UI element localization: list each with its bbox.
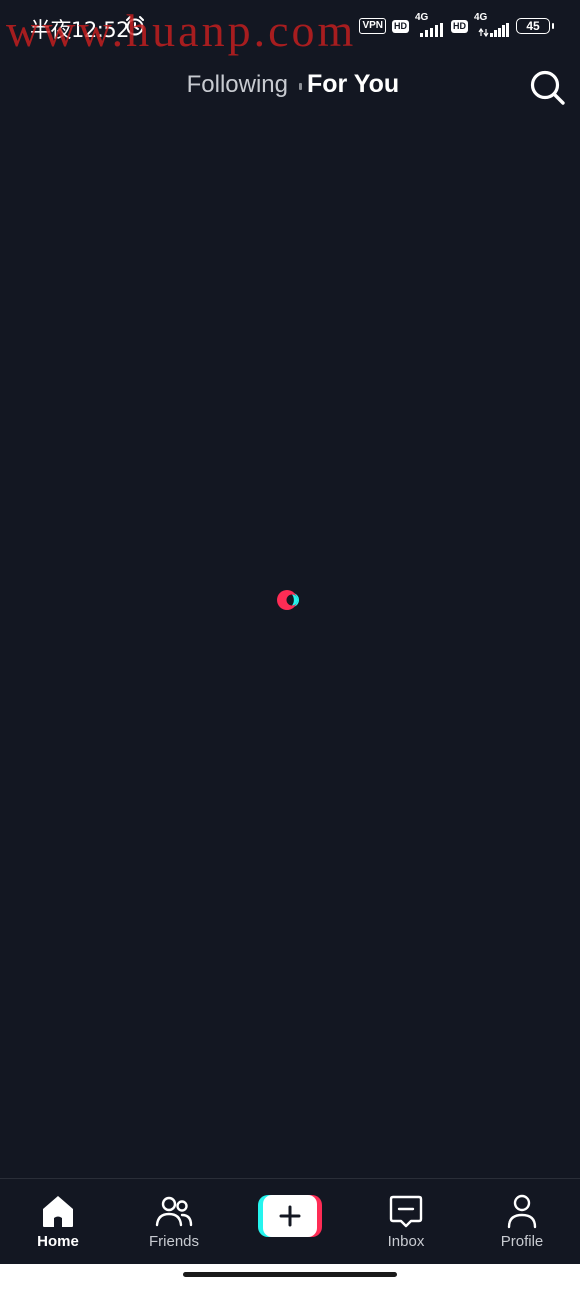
- network-type-label: 4G: [474, 12, 488, 23]
- friends-icon: [155, 1196, 193, 1227]
- alarm-icon: [126, 16, 144, 36]
- plus-icon: [279, 1205, 301, 1227]
- hd-badge: HD: [451, 19, 468, 33]
- profile-icon: [507, 1194, 537, 1229]
- nav-item-home[interactable]: Home: [3, 1191, 113, 1261]
- nav-item-friends[interactable]: Friends: [119, 1191, 229, 1261]
- signal-strength-icon: [478, 23, 509, 37]
- tab-following[interactable]: Following: [187, 71, 288, 99]
- bottom-navigation: Home Friends Inbox Profile: [0, 1178, 580, 1264]
- nav-label-profile: Profile: [500, 1233, 544, 1250]
- top-feed-tabs: Following For You: [0, 62, 580, 110]
- network-type-label: 4G: [415, 12, 429, 23]
- tab-for-you[interactable]: For You: [307, 70, 399, 99]
- nav-label-inbox: Inbox: [387, 1233, 425, 1250]
- home-indicator[interactable]: [183, 1272, 397, 1277]
- inbox-icon: [389, 1195, 423, 1228]
- hd-badge: HD: [392, 19, 409, 33]
- status-bar: 半夜12:52 VPN HD 4G HD 4G 45 www.huanp.com: [0, 0, 580, 56]
- loading-spinner-icon: [277, 590, 299, 610]
- home-icon: [43, 1196, 73, 1227]
- vpn-badge: VPN: [359, 18, 386, 34]
- signal-strength-icon: [420, 23, 443, 37]
- nav-label-friends: Friends: [148, 1233, 200, 1250]
- battery-indicator: 45: [516, 18, 554, 34]
- app-screen: 半夜12:52 VPN HD 4G HD 4G 45 www.huanp.com…: [0, 0, 580, 1289]
- status-time: 半夜12:52: [30, 18, 130, 42]
- search-icon[interactable]: [528, 68, 566, 106]
- create-button[interactable]: [258, 1195, 322, 1237]
- create-button-face: [263, 1195, 317, 1237]
- signal-group-2: 4G: [474, 12, 510, 37]
- home-indicator-area: [0, 1264, 580, 1289]
- signal-group-1: 4G: [415, 12, 445, 37]
- nav-item-inbox[interactable]: Inbox: [351, 1191, 461, 1261]
- nav-label-home: Home: [37, 1233, 79, 1250]
- nav-item-profile[interactable]: Profile: [467, 1191, 577, 1261]
- status-indicators: VPN HD 4G HD 4G 45: [359, 12, 554, 38]
- live-dot-indicator: [299, 83, 302, 90]
